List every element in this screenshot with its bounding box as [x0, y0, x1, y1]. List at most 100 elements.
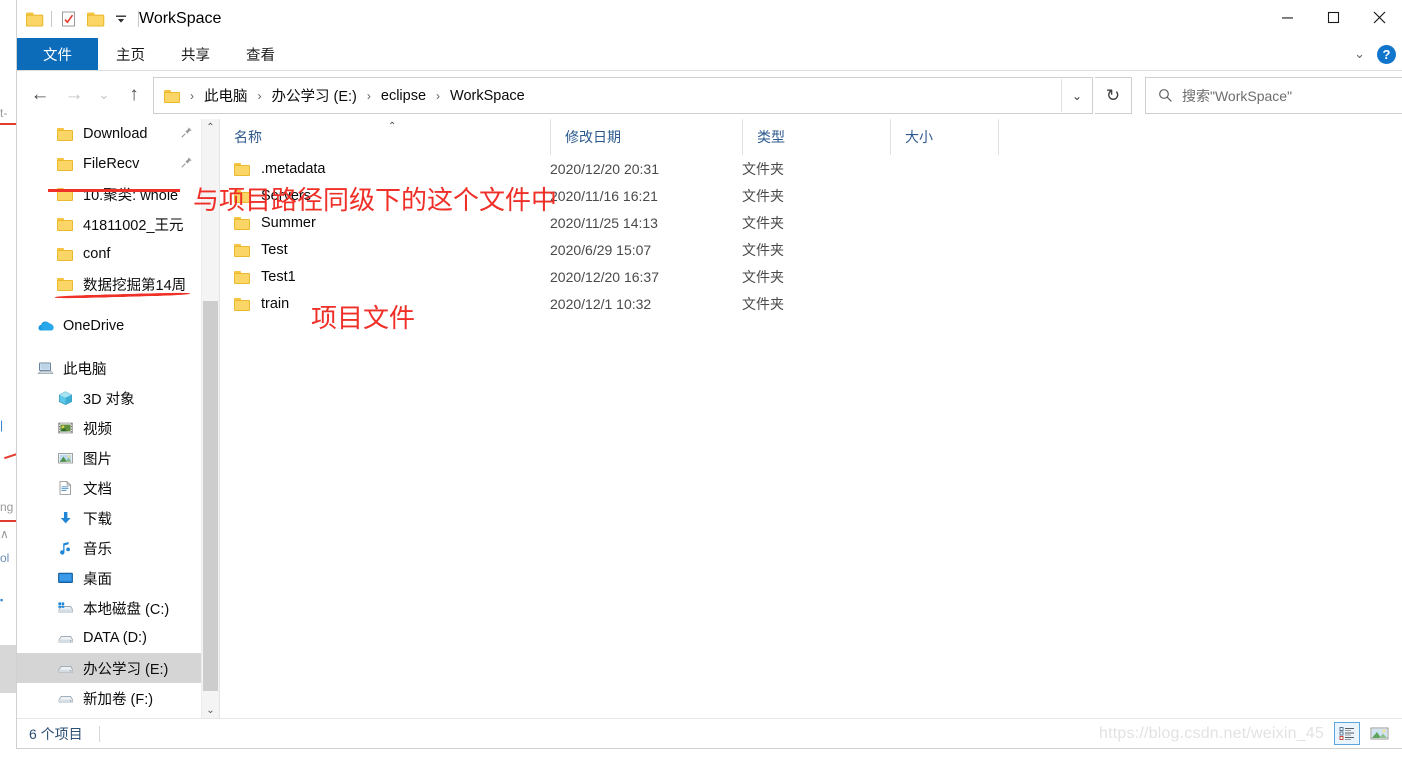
folder-icon — [234, 216, 251, 230]
forward-button[interactable]: → — [57, 79, 91, 111]
file-date-cell: 2020/11/16 16:21 — [550, 187, 658, 204]
background-text: ng — [0, 500, 14, 514]
sidebar-item[interactable]: 41811002_王元 — [17, 209, 205, 239]
scroll-down-icon[interactable]: ⌄ — [202, 702, 219, 719]
sidebar-item[interactable]: 下载 — [17, 503, 205, 533]
close-button[interactable] — [1356, 0, 1402, 34]
help-icon[interactable]: ? — [1377, 44, 1396, 64]
drive-icon — [57, 630, 74, 647]
up-button[interactable]: ↑ — [117, 79, 151, 111]
sidebar-item-label: FileRecv — [83, 156, 140, 172]
file-type-cell: 文件夹 — [742, 160, 784, 177]
background-text: ▪ — [0, 595, 4, 605]
details-view-button[interactable] — [1334, 722, 1360, 745]
sidebar-item[interactable]: Download — [17, 119, 205, 149]
sidebar-item[interactable]: 桌面 — [17, 563, 205, 593]
large-icons-view-button[interactable] — [1366, 722, 1392, 745]
sidebar-item-label: 桌面 — [83, 571, 112, 588]
breadcrumb-item-this-pc[interactable]: 此电脑 — [201, 83, 251, 108]
sidebar-item[interactable]: 视频 — [17, 413, 205, 443]
breadcrumb-separator: › — [436, 88, 441, 103]
folder-icon — [234, 270, 251, 284]
breadcrumb-item-drive-e[interactable]: 办公学习 (E:) — [269, 83, 360, 108]
sidebar-item[interactable]: 本地磁盘 (C:) — [17, 593, 205, 623]
maximize-button[interactable] — [1310, 0, 1356, 34]
column-header-date[interactable]: 修改日期 — [550, 119, 742, 155]
sidebar-item[interactable]: DATA (D:) — [17, 623, 205, 653]
sidebar-item-label: 新加卷 (F:) — [83, 691, 154, 708]
sidebar-item[interactable]: 办公学习 (E:) — [17, 653, 205, 683]
sidebar-item[interactable]: 文档 — [17, 473, 205, 503]
folder-icon — [57, 277, 74, 291]
sidebar-item-label: 3D 对象 — [83, 391, 135, 408]
sidebar-item[interactable]: 3D 对象 — [17, 383, 205, 413]
breadcrumb-bar[interactable]: › 此电脑 › 办公学习 (E:) › eclipse › WorkSpace … — [153, 77, 1093, 114]
sidebar-item-label: 视频 — [83, 421, 112, 438]
sidebar-item[interactable]: 图片 — [17, 443, 205, 473]
background-text: | — [0, 418, 4, 432]
toolbar-divider — [51, 11, 52, 27]
breadcrumb-item-eclipse[interactable]: eclipse — [378, 86, 429, 106]
breadcrumb-dropdown-icon[interactable]: ⌄ — [1061, 79, 1092, 112]
sidebar-item[interactable]: 此电脑 — [17, 353, 205, 383]
annotation-text-1: 与项目路径同级下的这个文件中 — [193, 186, 558, 216]
search-input[interactable]: 搜索"WorkSpace" — [1145, 77, 1402, 114]
column-header-type[interactable]: 类型 — [742, 119, 890, 155]
annotation-text-2: 项目文件 — [311, 304, 416, 334]
window-title: WorkSpace — [139, 10, 222, 27]
navigation-pane[interactable]: Download FileRecv 10.聚类: whole 41811002_王元 c… — [17, 119, 205, 719]
background-text: ol — [0, 551, 10, 565]
sidebar-item[interactable]: FileRecv — [17, 149, 205, 179]
file-name-cell: .metadata — [234, 155, 326, 182]
table-row[interactable]: Test 2020/6/29 15:07 文件夹 — [220, 236, 1402, 263]
file-date-cell: 2020/11/25 14:13 — [550, 214, 658, 231]
scroll-up-icon[interactable]: ⌃ — [202, 119, 219, 136]
annotation-underline-servers — [48, 189, 180, 192]
sidebar-item-label: 音乐 — [83, 541, 112, 558]
status-bar: 6 个项目 https://blog.csdn.net/weixin_45 — [17, 718, 1402, 748]
column-header-name[interactable]: 名称 ⌃ — [220, 119, 550, 155]
customize-dropdown-icon[interactable] — [108, 6, 134, 32]
sidebar-item[interactable]: OneDrive — [17, 311, 205, 341]
breadcrumb-separator: › — [257, 88, 262, 103]
properties-icon[interactable] — [56, 6, 82, 32]
this-pc-icon — [37, 360, 54, 377]
search-placeholder: 搜索"WorkSpace" — [1182, 87, 1293, 104]
tab-home[interactable]: 主页 — [98, 38, 163, 70]
pin-icon[interactable] — [180, 126, 193, 142]
quick-access-toolbar — [17, 0, 143, 38]
breadcrumb-item-workspace[interactable]: WorkSpace — [447, 86, 528, 106]
sidebar-item[interactable]: conf — [17, 239, 205, 269]
background-text: ∧ — [0, 527, 9, 541]
scrollbar-thumb[interactable] — [203, 301, 218, 691]
column-header-row: 名称 ⌃ 修改日期 类型 大小 — [220, 119, 1402, 155]
minimize-button[interactable] — [1264, 0, 1310, 34]
column-label: 类型 — [757, 129, 785, 145]
documents-icon — [57, 480, 74, 497]
onedrive-icon — [37, 318, 54, 335]
tab-file[interactable]: 文件 — [17, 38, 98, 70]
table-row[interactable]: Test1 2020/12/20 16:37 文件夹 — [220, 263, 1402, 290]
sidebar-item-label: 数据挖掘第14周 — [83, 277, 187, 294]
sidebar-item[interactable]: 音乐 — [17, 533, 205, 563]
ribbon-tab-bar: 文件 主页 共享 查看 ⌄ ? — [17, 38, 1402, 71]
back-button[interactable]: ← — [23, 79, 57, 111]
refresh-button[interactable]: ↻ — [1095, 77, 1132, 114]
recent-locations-icon[interactable]: ⌄ — [91, 79, 117, 111]
file-type-cell: 文件夹 — [742, 241, 784, 258]
table-row[interactable]: .metadata 2020/12/20 20:31 文件夹 — [220, 155, 1402, 182]
status-divider — [98, 725, 100, 742]
tab-share[interactable]: 共享 — [163, 38, 228, 70]
sidebar-item[interactable]: 新加卷 (F:) — [17, 683, 205, 713]
nav-group-spacer — [17, 341, 205, 353]
tab-view[interactable]: 查看 — [228, 38, 293, 70]
chevron-down-icon[interactable]: ⌄ — [1354, 46, 1365, 62]
pin-icon[interactable] — [180, 156, 193, 172]
sidebar-item-label: Download — [83, 126, 148, 142]
column-header-size[interactable]: 大小 — [890, 119, 998, 155]
folder-icon[interactable] — [21, 6, 47, 32]
column-label: 修改日期 — [565, 129, 621, 145]
sidebar-item[interactable]: 10.聚类: whole — [17, 179, 205, 209]
breadcrumb-separator: › — [366, 88, 371, 103]
new-folder-icon[interactable] — [82, 6, 108, 32]
